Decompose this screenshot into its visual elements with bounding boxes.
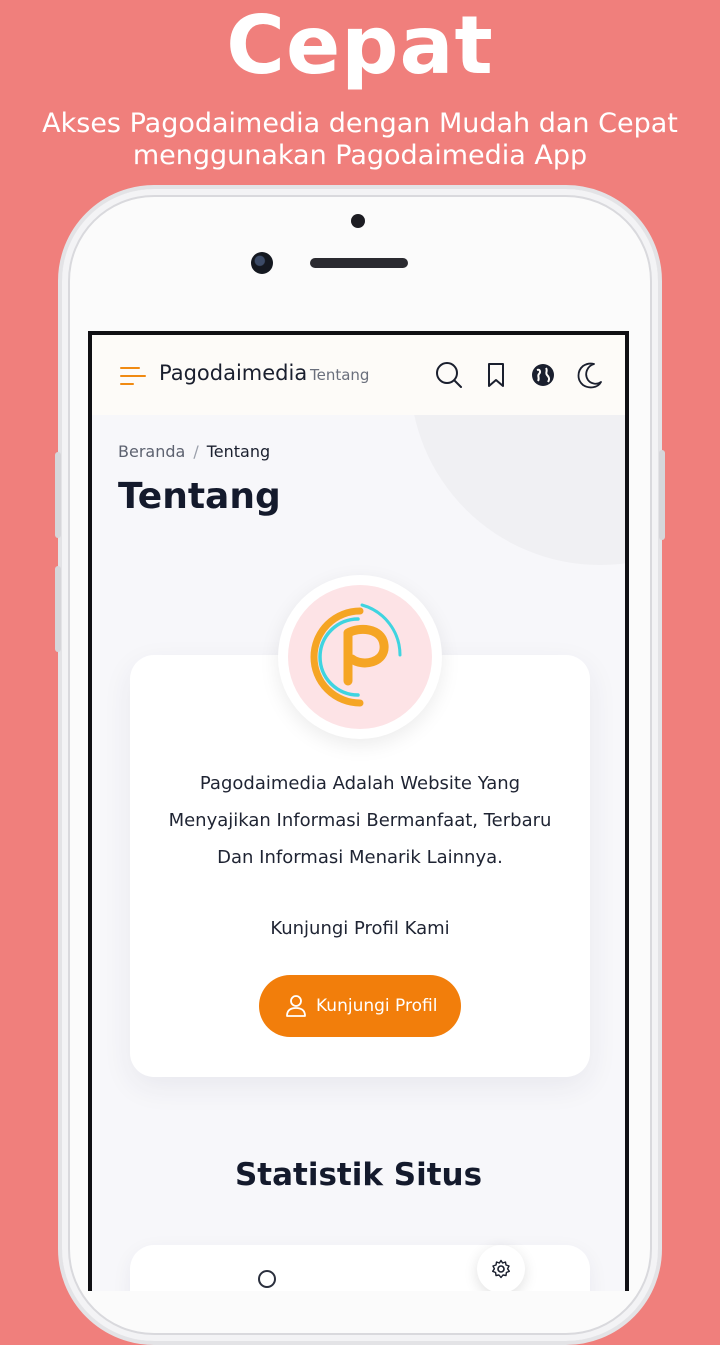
gear-icon	[492, 1259, 510, 1279]
promo-subheadline: Akses Pagodaimedia dengan Mudah dan Cepa…	[42, 108, 678, 171]
app-bar: Pagodaimedia Tentang	[92, 335, 625, 415]
breadcrumb-home-link[interactable]: Beranda	[118, 442, 185, 461]
phone-sensor	[351, 214, 365, 228]
visit-profile-text: Kunjungi Profil Kami	[270, 918, 450, 939]
stats-item-icon	[258, 1270, 276, 1288]
menu-icon[interactable]	[120, 365, 146, 387]
phone-speaker	[310, 258, 408, 268]
breadcrumb-separator: /	[193, 442, 199, 461]
about-description: Pagodaimedia Adalah Website Yang Menyaji…	[168, 773, 552, 868]
phone-side-button	[55, 452, 61, 538]
globe-icon[interactable]	[528, 360, 558, 390]
avatar	[278, 575, 442, 739]
avatar-background	[288, 585, 432, 729]
settings-button[interactable]	[477, 1245, 525, 1291]
bookmark-icon[interactable]	[481, 360, 511, 390]
stats-title: Statistik Situs	[234, 1157, 483, 1193]
phone-side-button	[55, 566, 61, 652]
user-icon	[286, 995, 306, 1017]
breadcrumb: Beranda / Tentang	[118, 441, 270, 463]
page-title: Tentang	[118, 476, 281, 517]
moon-icon[interactable]	[574, 360, 604, 390]
phone-screen: Pagodaimedia Tentang Beranda / Tentang Ten…	[88, 331, 629, 1291]
app-subtitle: Tentang	[310, 366, 370, 384]
search-icon[interactable]	[434, 360, 464, 390]
phone-camera	[251, 252, 273, 274]
app-view: Pagodaimedia Tentang Beranda / Tentang Ten…	[92, 335, 625, 1291]
visit-profile-button[interactable]: Kunjungi Profil	[259, 975, 461, 1037]
visit-profile-button-label: Kunjungi Profil	[316, 996, 438, 1016]
app-title[interactable]: Pagodaimedia	[159, 359, 307, 387]
breadcrumb-current: Tentang	[206, 442, 271, 461]
promo-headline: Cepat	[226, 0, 494, 92]
pagodaimedia-logo	[310, 603, 402, 707]
phone-side-button	[659, 450, 665, 540]
